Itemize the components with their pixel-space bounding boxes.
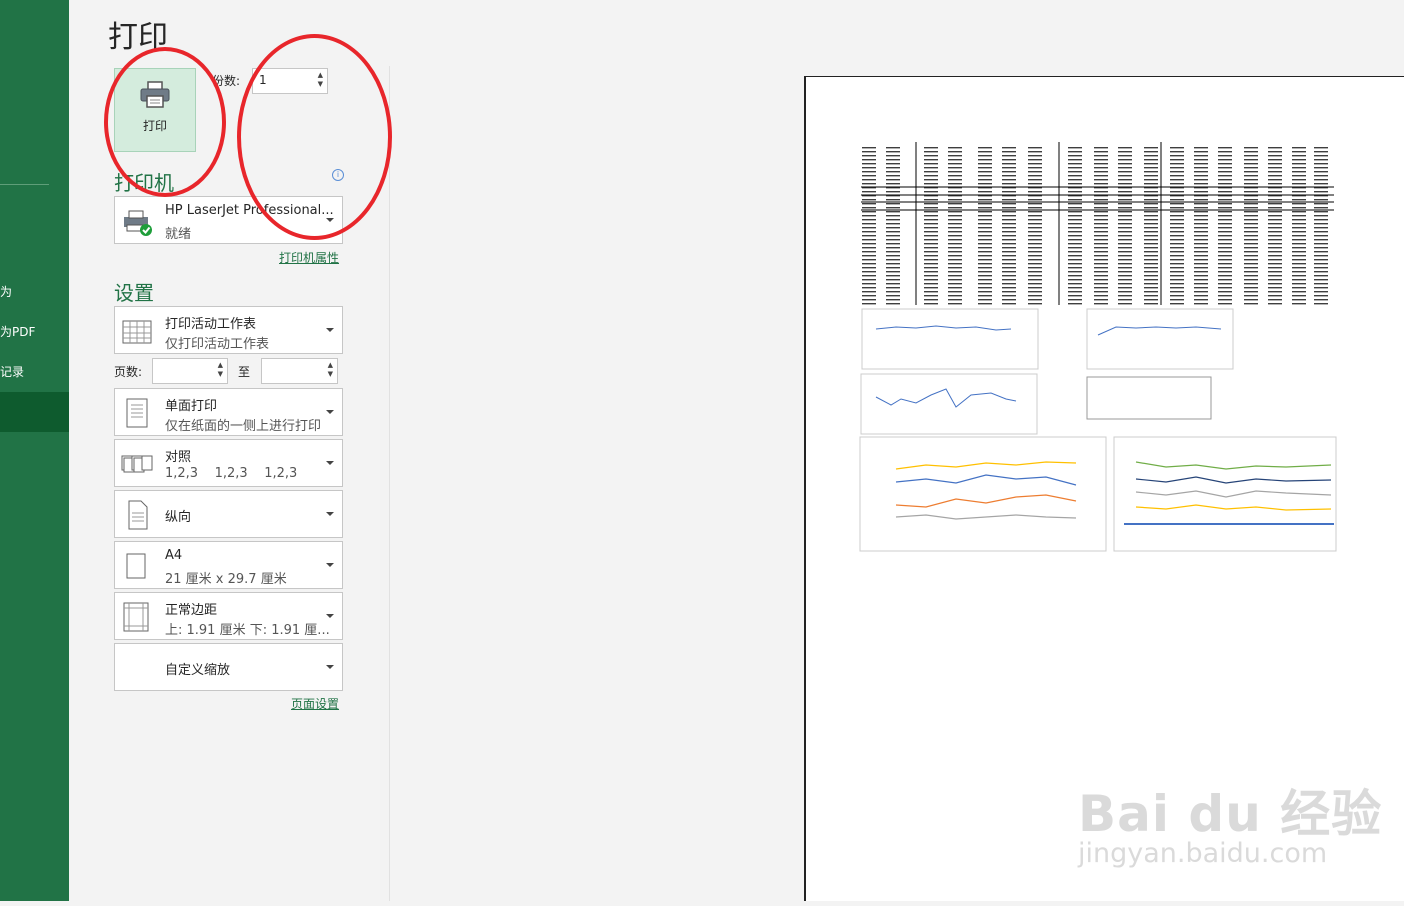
sidebar-divider — [0, 184, 49, 185]
spinner-arrows-icon[interactable]: ▲ ▼ — [218, 361, 223, 379]
printer-ready-icon — [124, 210, 152, 236]
copies-input[interactable]: 1 ▲ ▼ — [252, 68, 328, 94]
pages-label: 页数: — [114, 365, 143, 379]
panel-separator — [389, 66, 390, 901]
chevron-down-icon — [326, 563, 334, 567]
scaling-dropdown[interactable]: 自定义缩放 — [114, 643, 343, 691]
spinner-arrows-icon[interactable]: ▲ ▼ — [318, 71, 323, 89]
page-title: 打印 — [108, 20, 168, 55]
collate-icon — [121, 455, 153, 473]
margins-value: 正常边距 — [165, 603, 218, 618]
sidebar-item-history[interactable]: 记录 — [0, 352, 69, 392]
worksheet-icon — [122, 320, 152, 344]
print-what-value: 打印活动工作表 — [165, 317, 257, 332]
collate-dropdown[interactable]: 对照 1,2,3 1,2,3 1,2,3 — [114, 439, 343, 487]
backstage-sidebar: 为 为PDF 记录 — [0, 0, 69, 901]
baidu-watermark: Bai du 经验 — [1078, 785, 1383, 843]
sidebar-item-label: 为PDF — [0, 325, 36, 339]
settings-section-title: 设置 — [114, 281, 154, 305]
paper-size-value: A4 — [165, 548, 183, 563]
chevron-down-icon — [326, 218, 334, 222]
paper-size-desc: 21 厘米 x 29.7 厘米 — [165, 572, 287, 587]
collate-desc: 1,2,3 1,2,3 1,2,3 — [165, 466, 298, 481]
sides-value: 单面打印 — [165, 399, 218, 414]
margins-dropdown[interactable]: 正常边距 上: 1.91 厘米 下: 1.91 厘... — [114, 592, 343, 640]
pages-from-input[interactable]: ▲ ▼ — [152, 358, 228, 384]
chevron-down-icon — [326, 614, 334, 618]
chevron-down-icon — [326, 512, 334, 516]
sidebar-item-print[interactable] — [0, 392, 69, 432]
printer-dropdown[interactable]: HP LaserJet Professional... 就绪 — [114, 196, 343, 244]
printer-section-title: 打印机 — [114, 171, 174, 195]
print-what-desc: 仅打印活动工作表 — [165, 337, 270, 352]
portrait-icon — [128, 500, 148, 530]
collate-value: 对照 — [165, 450, 192, 465]
single-sided-icon — [126, 398, 148, 428]
copies-label: 份数: — [212, 74, 241, 88]
margins-desc: 上: 1.91 厘米 下: 1.91 厘... — [165, 623, 330, 638]
spinner-arrows-icon[interactable]: ▲ ▼ — [328, 361, 333, 379]
printer-status: 就绪 — [165, 227, 192, 242]
sides-dropdown[interactable]: 单面打印 仅在纸面的一侧上进行打印 — [114, 388, 343, 436]
pages-to-label: 至 — [238, 365, 251, 379]
sidebar-item-save-as-pdf[interactable]: 为PDF — [0, 312, 69, 352]
paper-size-dropdown[interactable]: A4 21 厘米 x 29.7 厘米 — [114, 541, 343, 589]
margins-icon — [123, 602, 149, 632]
info-icon[interactable]: i — [332, 169, 344, 181]
sidebar-item-label: 为 — [0, 285, 13, 299]
chevron-down-icon — [326, 665, 334, 669]
chevron-down-icon — [326, 410, 334, 414]
pages-to-input[interactable]: ▲ ▼ — [261, 358, 338, 384]
printer-name: HP LaserJet Professional... — [165, 203, 334, 218]
chevron-down-icon — [326, 461, 334, 465]
sidebar-item-label: 记录 — [0, 365, 25, 379]
print-button-label: 打印 — [142, 119, 167, 133]
page-setup-link[interactable]: 页面设置 — [291, 695, 339, 712]
sidebar-item-save-as[interactable]: 为 — [0, 272, 69, 312]
orientation-dropdown[interactable]: 纵向 — [114, 490, 343, 538]
printer-icon — [140, 81, 170, 108]
baidu-watermark-url: jingyan.baidu.com — [1078, 838, 1328, 869]
scaling-value: 自定义缩放 — [165, 663, 231, 678]
printer-properties-link[interactable]: 打印机属性 — [279, 249, 339, 266]
orientation-value: 纵向 — [165, 510, 192, 525]
print-what-dropdown[interactable]: 打印活动工作表 仅打印活动工作表 — [114, 306, 343, 354]
chevron-down-icon — [326, 328, 334, 332]
paper-size-icon — [126, 553, 146, 579]
sides-desc: 仅在纸面的一侧上进行打印 — [165, 419, 322, 434]
copies-value: 1 — [259, 73, 267, 87]
print-button[interactable]: 打印 — [114, 68, 196, 152]
